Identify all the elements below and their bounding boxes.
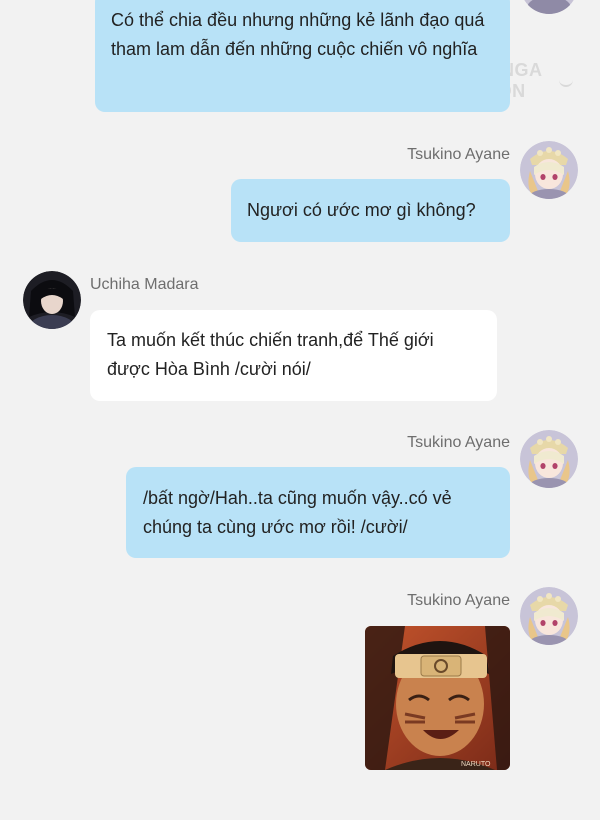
sender-name: Tsukino Ayane (407, 434, 510, 451)
message-bubble-3: Ta muốn kết thúc chiến tranh,để Thế giới… (90, 310, 497, 401)
message-bubble-1: Có thể chia đều nhưng những kẻ lãnh đạo … (95, 0, 510, 112)
message-bubble-4: /bất ngờ/Hah..ta cũng muốn vậy..có vẻ ch… (126, 467, 510, 558)
message-bubble-2: Ngươi có ước mơ gì không? (231, 179, 510, 242)
message-text: Có thể chia đều nhưng những kẻ lãnh đạo … (111, 10, 485, 59)
avatar-tsukino-ayane[interactable] (520, 141, 578, 199)
avatar-uchiha-madara[interactable] (23, 271, 81, 329)
sender-name: Tsukino Ayane (407, 146, 510, 163)
sender-name: Uchiha Madara (90, 276, 199, 293)
message-text: Ta muốn kết thúc chiến tranh,để Thế giới… (107, 330, 434, 379)
image-message[interactable]: NARUTO (365, 626, 510, 770)
message-text: Ngươi có ước mơ gì không? (247, 200, 476, 220)
avatar-tsukino-ayane[interactable] (520, 0, 578, 14)
message-text: /bất ngờ/Hah..ta cũng muốn vậy..có vẻ ch… (143, 488, 452, 537)
sender-name: Tsukino Ayane (407, 592, 510, 609)
avatar-tsukino-ayane[interactable] (520, 430, 578, 488)
image-caption: NARUTO (461, 761, 491, 768)
avatar-tsukino-ayane[interactable] (520, 587, 578, 645)
